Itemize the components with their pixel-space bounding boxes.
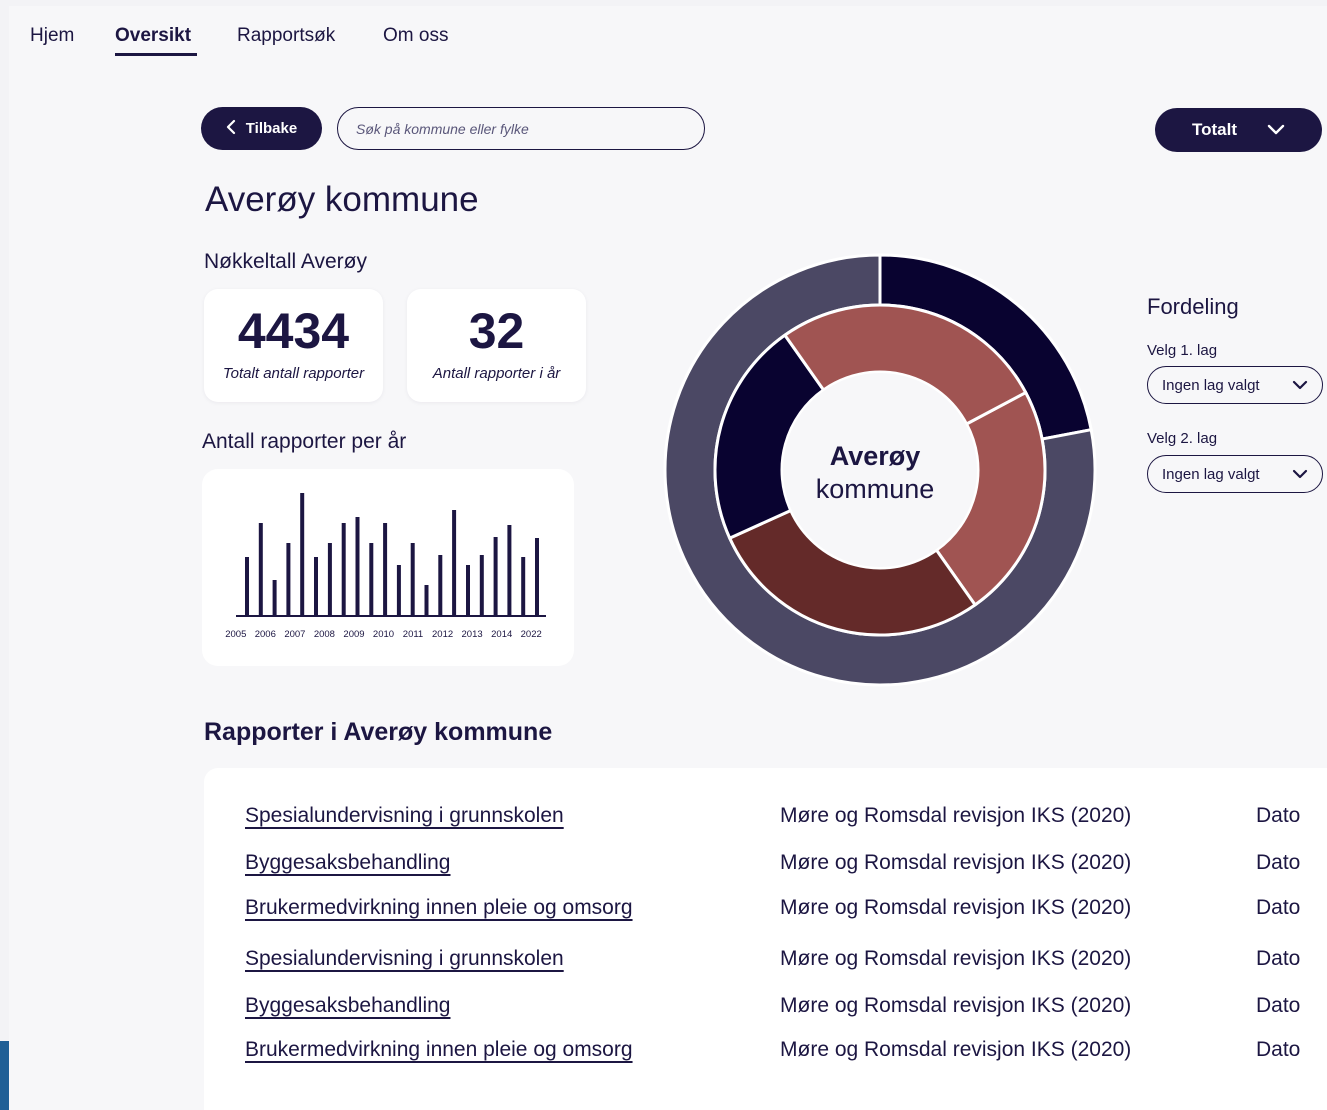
- x-tick-label: 2008: [314, 629, 335, 640]
- nav-item-rapportsok[interactable]: Rapportsøk: [237, 25, 335, 47]
- kpi-total-label: Totalt antall rapporter: [222, 365, 365, 382]
- layer2-select-value: Ingen lag valgt: [1162, 465, 1260, 483]
- kpi-card-total: 4434 Totalt antall rapporter: [204, 289, 383, 402]
- left-accent-bar: [0, 1041, 9, 1110]
- nav-item-hjem[interactable]: Hjem: [30, 25, 74, 47]
- kpi-year-value: 32: [468, 303, 525, 359]
- layer2-select[interactable]: Ingen lag valgt: [1147, 455, 1323, 493]
- bar: [396, 565, 401, 615]
- bar: [466, 565, 470, 615]
- bar: [479, 555, 484, 615]
- bar: [383, 523, 388, 615]
- x-tick-label: 2007: [284, 629, 305, 640]
- report-row-2-org: Møre og Romsdal revisjon IKS (2020): [780, 851, 1132, 874]
- bar: [535, 538, 539, 615]
- x-tick-label: 2014: [491, 629, 512, 640]
- bar: [507, 525, 512, 615]
- reports-heading: Rapporter i Averøy kommune: [204, 718, 553, 746]
- bar: [452, 510, 457, 615]
- report-row-4-title[interactable]: Spesialundervisning i grunnskolen: [245, 947, 564, 971]
- nav-item-om-oss[interactable]: Om oss: [383, 25, 448, 47]
- x-tick-label: 2006: [255, 629, 276, 640]
- chevron-down-icon: [1292, 466, 1308, 483]
- report-row-1-title[interactable]: Spesialundervisning i grunnskolen: [245, 804, 564, 828]
- report-row-6-date: Dato: [1256, 1038, 1301, 1061]
- bar: [341, 523, 346, 615]
- back-button-label: Tilbake: [245, 120, 298, 137]
- report-row-3-org: Møre og Romsdal revisjon IKS (2020): [780, 896, 1132, 919]
- kpi-total-value: 4434: [237, 303, 350, 359]
- report-row-3-title[interactable]: Brukermedvirkning innen pleie og omsorg: [245, 896, 633, 920]
- bar: [410, 543, 415, 615]
- x-tick-label: 2011: [403, 629, 423, 640]
- x-tick-label: 2009: [343, 629, 364, 640]
- x-tick-label: 2005: [225, 629, 246, 640]
- chevron-down-icon: [1292, 377, 1308, 394]
- kpi-card-this-year: 32 Antall rapporter i år: [407, 289, 586, 402]
- search-input[interactable]: [337, 107, 705, 150]
- bar: [314, 557, 318, 615]
- donut-center-label-2: kommune: [815, 474, 935, 504]
- total-dropdown[interactable]: Totalt: [1155, 108, 1322, 152]
- report-row-2-title[interactable]: Byggesaksbehandling: [245, 851, 451, 875]
- fordeling-title: Fordeling: [1147, 294, 1239, 319]
- back-button[interactable]: Tilbake: [201, 107, 322, 150]
- page-title: Averøy kommune: [205, 180, 479, 219]
- bar: [272, 580, 277, 615]
- bar: [493, 537, 498, 615]
- x-tick-label: 2010: [373, 629, 394, 640]
- donut-center-label-1: Averøy: [829, 441, 921, 471]
- bar: [424, 585, 429, 615]
- report-row-4-date: Dato: [1256, 947, 1301, 970]
- bar-chart-card: 2005 2006 2007 2008 2009 2010 2011 2012 2013 2014…: [202, 469, 574, 666]
- kpi-year-label: Antall rapporter i år: [432, 365, 561, 382]
- chevron-left-icon: [226, 119, 236, 139]
- report-row-3-date: Dato: [1256, 896, 1301, 919]
- bar: [245, 557, 249, 615]
- x-tick-label: 2013: [462, 629, 483, 640]
- layer1-label: Velg 1. lag: [1147, 342, 1218, 359]
- bar: [355, 517, 360, 615]
- report-row-5-title[interactable]: Byggesaksbehandling: [245, 994, 451, 1018]
- nav-active-underline: [115, 53, 197, 56]
- report-row-1-date: Dato: [1256, 804, 1301, 827]
- bar: [369, 543, 374, 615]
- bar: [438, 555, 443, 615]
- total-dropdown-label: Totalt: [1191, 120, 1237, 139]
- report-row-6-org: Møre og Romsdal revisjon IKS (2020): [780, 1038, 1132, 1061]
- report-row-4-org: Møre og Romsdal revisjon IKS (2020): [780, 947, 1132, 970]
- report-row-2-date: Dato: [1256, 851, 1301, 874]
- bar: [300, 493, 305, 615]
- layer1-select-value: Ingen lag valgt: [1162, 376, 1260, 394]
- report-row-1-org: Møre og Romsdal revisjon IKS (2020): [780, 804, 1132, 827]
- key-figures-heading: Nøkkeltall Averøy: [204, 250, 367, 273]
- bar: [286, 543, 291, 615]
- x-tick-label: 2022: [521, 629, 542, 640]
- bar-chart: 2005 2006 2007 2008 2009 2010 2011 2012 2013 2014…: [225, 493, 546, 640]
- bar: [327, 543, 332, 615]
- layer2-label: Velg 2. lag: [1147, 430, 1218, 447]
- x-tick-label: 2012: [432, 629, 453, 640]
- bar: [258, 523, 263, 615]
- bar: [521, 557, 526, 615]
- layer1-select[interactable]: Ingen lag valgt: [1147, 366, 1323, 404]
- report-row-5-date: Dato: [1256, 994, 1301, 1017]
- report-row-5-org: Møre og Romsdal revisjon IKS (2020): [780, 994, 1132, 1017]
- reports-per-year-heading: Antall rapporter per år: [202, 430, 407, 453]
- nav-item-oversikt[interactable]: Oversikt: [115, 25, 191, 47]
- report-row-6-title[interactable]: Brukermedvirkning innen pleie og omsorg: [245, 1038, 633, 1062]
- chevron-down-icon: [1267, 120, 1285, 140]
